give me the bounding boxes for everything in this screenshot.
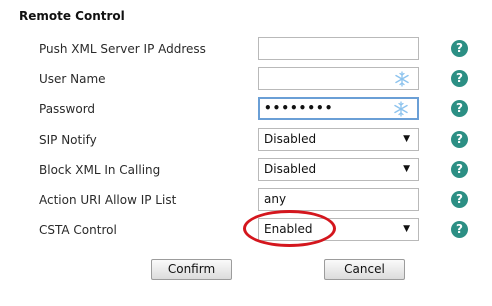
block-xml-in-calling-value: Disabled — [264, 162, 317, 176]
action-uri-allow-ip-list-label: Action URI Allow IP List — [39, 193, 177, 207]
csta-control-label: CSTA Control — [39, 223, 117, 237]
help-icon[interactable]: ? — [451, 131, 468, 148]
password-label: Password — [39, 102, 96, 116]
push-xml-server-ip-label: Push XML Server IP Address — [39, 42, 206, 56]
help-icon[interactable]: ? — [451, 100, 468, 117]
annotation-highlight-ellipse — [243, 210, 336, 247]
block-xml-in-calling-select[interactable]: Disabled ▼ — [258, 158, 419, 181]
help-icon[interactable]: ? — [451, 40, 468, 57]
help-icon[interactable]: ? — [451, 161, 468, 178]
cancel-button[interactable]: Cancel — [324, 259, 405, 280]
block-xml-in-calling-label: Block XML In Calling — [39, 163, 161, 177]
user-name-label: User Name — [39, 72, 106, 86]
confirm-button[interactable]: Confirm — [151, 259, 232, 280]
user-name-input[interactable] — [258, 67, 419, 90]
dropdown-arrow-icon[interactable]: ▼ — [403, 219, 410, 240]
dropdown-arrow-icon[interactable]: ▼ — [403, 159, 410, 180]
help-icon[interactable]: ? — [451, 191, 468, 208]
action-uri-allow-ip-list-input[interactable]: any — [258, 188, 419, 211]
password-input[interactable]: •••••••• — [258, 97, 419, 120]
dropdown-arrow-icon[interactable]: ▼ — [403, 129, 410, 150]
sip-notify-select[interactable]: Disabled ▼ — [258, 128, 419, 151]
section-title: Remote Control — [19, 9, 125, 23]
sip-notify-value: Disabled — [264, 132, 317, 146]
keyboard-snowflake-icon[interactable] — [394, 71, 410, 87]
password-value: •••••••• — [264, 101, 334, 115]
help-icon[interactable]: ? — [451, 70, 468, 87]
keyboard-snowflake-icon[interactable] — [393, 101, 409, 117]
help-icon[interactable]: ? — [451, 221, 468, 238]
sip-notify-label: SIP Notify — [39, 133, 97, 147]
push-xml-server-ip-input[interactable] — [258, 37, 419, 60]
